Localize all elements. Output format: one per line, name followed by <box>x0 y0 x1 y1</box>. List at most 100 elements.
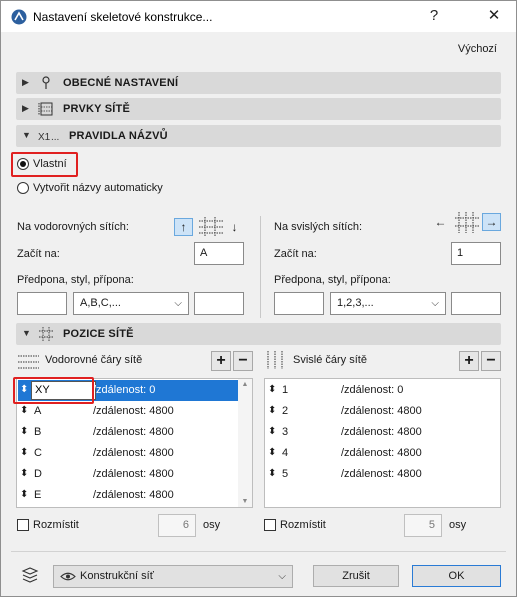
vertical-axes-label: osy <box>449 519 467 531</box>
distribute-horizontal-label: Rozmístit <box>33 519 79 531</box>
line-name: B <box>34 426 42 438</box>
grid-system-settings-dialog: Nastavení skeletové konstrukce... ? ✕ Vý… <box>0 0 517 597</box>
line-name: E <box>34 489 42 501</box>
list-item[interactable]: ⬍ D /zdálenost: 4800 <box>18 464 238 485</box>
radio-custom[interactable] <box>17 158 29 170</box>
vertical-grid-icon <box>455 212 479 233</box>
radio-auto[interactable] <box>17 182 29 194</box>
horizontal-grids-label: Na vodorovných sítích: <box>17 221 129 233</box>
list-item[interactable]: ⬍ 3 /zdálenost: 4800 <box>266 422 499 443</box>
vertical-suffix-input[interactable] <box>451 292 501 315</box>
direction-right-button[interactable]: → <box>482 213 501 231</box>
section-grid-elements[interactable]: ▶ PRVKY SÍTĚ <box>16 98 501 120</box>
vertical-lines-list: ⬍ 1 /zdálenost: 0 ⬍ 2 /zdálenost: 4800 ⬍… <box>264 378 501 508</box>
vertical-start-label: Začít na: <box>274 248 317 260</box>
horizontal-prefix-input[interactable] <box>17 292 67 315</box>
list-item[interactable]: ⬍ E /zdálenost: 4800 <box>18 485 238 506</box>
direction-up-button[interactable]: ↑ <box>174 218 193 236</box>
line-distance: /zdálenost: 4800 <box>341 468 422 480</box>
direction-left-button[interactable]: ← <box>431 213 450 231</box>
vertical-style-select[interactable]: 1,2,3,... ⌵ <box>330 292 446 315</box>
vertical-start-input[interactable]: 1 <box>451 242 501 265</box>
list-item[interactable]: ⬍ C /zdálenost: 4800 <box>18 443 238 464</box>
scroll-down-icon[interactable]: ▼ <box>238 498 252 505</box>
vertical-axes-count-input[interactable]: 5 <box>404 514 442 537</box>
footer-divider <box>11 551 506 552</box>
drag-handle-icon[interactable]: ⬍ <box>20 489 28 500</box>
line-name: A <box>34 405 42 417</box>
list-item[interactable]: ⬍ 2 /zdálenost: 4800 <box>266 401 499 422</box>
direction-down-button[interactable]: ↓ <box>225 218 244 236</box>
section-label: PRAVIDLA NÁZVŮ <box>69 130 168 142</box>
horizontal-list-scrollbar[interactable]: ▲ ▼ <box>238 379 252 507</box>
list-item[interactable]: ⬍ 1 /zdálenost: 0 <box>266 380 499 401</box>
line-distance: /zdálenost: 4800 <box>93 426 174 438</box>
line-name: 2 <box>282 405 289 417</box>
grid-elements-icon <box>38 102 53 116</box>
radio-custom-label: Vlastní <box>33 158 67 170</box>
list-item[interactable]: ⬍ A /zdálenost: 4800 <box>18 401 238 422</box>
add-horizontal-line-button[interactable]: + <box>211 351 231 371</box>
horizontal-start-input[interactable]: A <box>194 242 244 265</box>
layers-icon <box>21 567 39 583</box>
remove-vertical-line-button[interactable]: − <box>481 351 501 371</box>
add-vertical-line-button[interactable]: + <box>459 351 479 371</box>
svg-text:X1: X1 <box>38 132 51 143</box>
line-distance: /zdálenost: 4800 <box>93 447 174 459</box>
distribute-vertical-label: Rozmístit <box>280 519 326 531</box>
scroll-up-icon[interactable]: ▲ <box>238 381 252 388</box>
drag-handle-icon[interactable]: ⬍ <box>20 447 28 458</box>
section-label: PRVKY SÍTĚ <box>63 103 131 115</box>
list-item[interactable]: ⬍ 5 /zdálenost: 4800 <box>266 464 499 485</box>
horizontal-suffix-input[interactable] <box>194 292 244 315</box>
svg-text:...: ... <box>51 132 59 143</box>
cancel-button[interactable]: Zrušit <box>313 565 399 587</box>
distribute-horizontal-checkbox[interactable] <box>17 519 29 531</box>
defaults-link[interactable]: Výchozí <box>458 43 497 55</box>
drag-handle-icon[interactable]: ⬍ <box>20 468 28 479</box>
drag-handle-icon[interactable]: ⬍ <box>268 384 276 395</box>
line-distance: /zdálenost: 4800 <box>341 426 422 438</box>
chevron-down-icon: ⌵ <box>174 298 182 309</box>
list-item[interactable]: ⬍ B /zdálenost: 4800 <box>18 422 238 443</box>
section-general-settings[interactable]: ▶ OBECNÉ NASTAVENÍ <box>16 72 501 94</box>
layer-select[interactable]: Konstrukční síť ⌵ <box>53 565 293 588</box>
section-grid-positions[interactable]: ▼ POZICE SÍTĚ <box>16 323 501 345</box>
vertical-lines-icon <box>267 351 283 369</box>
naming-rules-icon: X1 ... <box>38 132 59 143</box>
drag-handle-icon[interactable]: ⬍ <box>20 426 28 437</box>
collapsed-arrow-icon: ▶ <box>22 77 29 87</box>
close-button[interactable]: ✕ <box>479 5 509 27</box>
vertical-prefix-input[interactable] <box>274 292 324 315</box>
drag-handle-icon[interactable]: ⬍ <box>268 405 276 416</box>
expanded-arrow-icon: ▼ <box>22 130 31 140</box>
horizontal-axes-label: osy <box>203 519 221 531</box>
help-button[interactable]: ? <box>419 5 449 27</box>
line-distance: /zdálenost: 0 <box>93 384 156 396</box>
ok-button[interactable]: OK <box>412 565 501 587</box>
collapsed-arrow-icon: ▶ <box>22 103 29 113</box>
chevron-down-icon: ⌵ <box>431 298 439 309</box>
horizontal-lines-icon <box>18 355 39 369</box>
line-distance: /zdálenost: 4800 <box>341 405 422 417</box>
remove-horizontal-line-button[interactable]: − <box>233 351 253 371</box>
horizontal-style-select[interactable]: A,B,C,... ⌵ <box>73 292 189 315</box>
drag-handle-icon[interactable]: ⬍ <box>268 426 276 437</box>
drag-handle-icon[interactable]: ⬍ <box>268 447 276 458</box>
line-name: 4 <box>282 447 289 459</box>
line-distance: /zdálenost: 4800 <box>93 489 174 501</box>
pin-icon <box>42 76 50 89</box>
list-item[interactable]: ⬍ 4 /zdálenost: 4800 <box>266 443 499 464</box>
section-naming-rules[interactable]: ▼ X1 ... PRAVIDLA NÁZVŮ <box>16 125 501 147</box>
horizontal-axes-count-input[interactable]: 6 <box>158 514 196 537</box>
line-distance: /zdálenost: 4800 <box>93 468 174 480</box>
eye-icon <box>60 572 76 581</box>
line-name: 5 <box>282 468 289 480</box>
archicad-app-icon <box>11 9 27 25</box>
drag-handle-icon[interactable]: ⬍ <box>20 405 28 416</box>
distribute-vertical-checkbox[interactable] <box>264 519 276 531</box>
window-title: Nastavení skeletové konstrukce... <box>33 10 213 24</box>
line-distance: /zdálenost: 4800 <box>93 405 174 417</box>
vertical-lines-label: Svislé čáry sítě <box>293 354 367 366</box>
drag-handle-icon[interactable]: ⬍ <box>268 468 276 479</box>
